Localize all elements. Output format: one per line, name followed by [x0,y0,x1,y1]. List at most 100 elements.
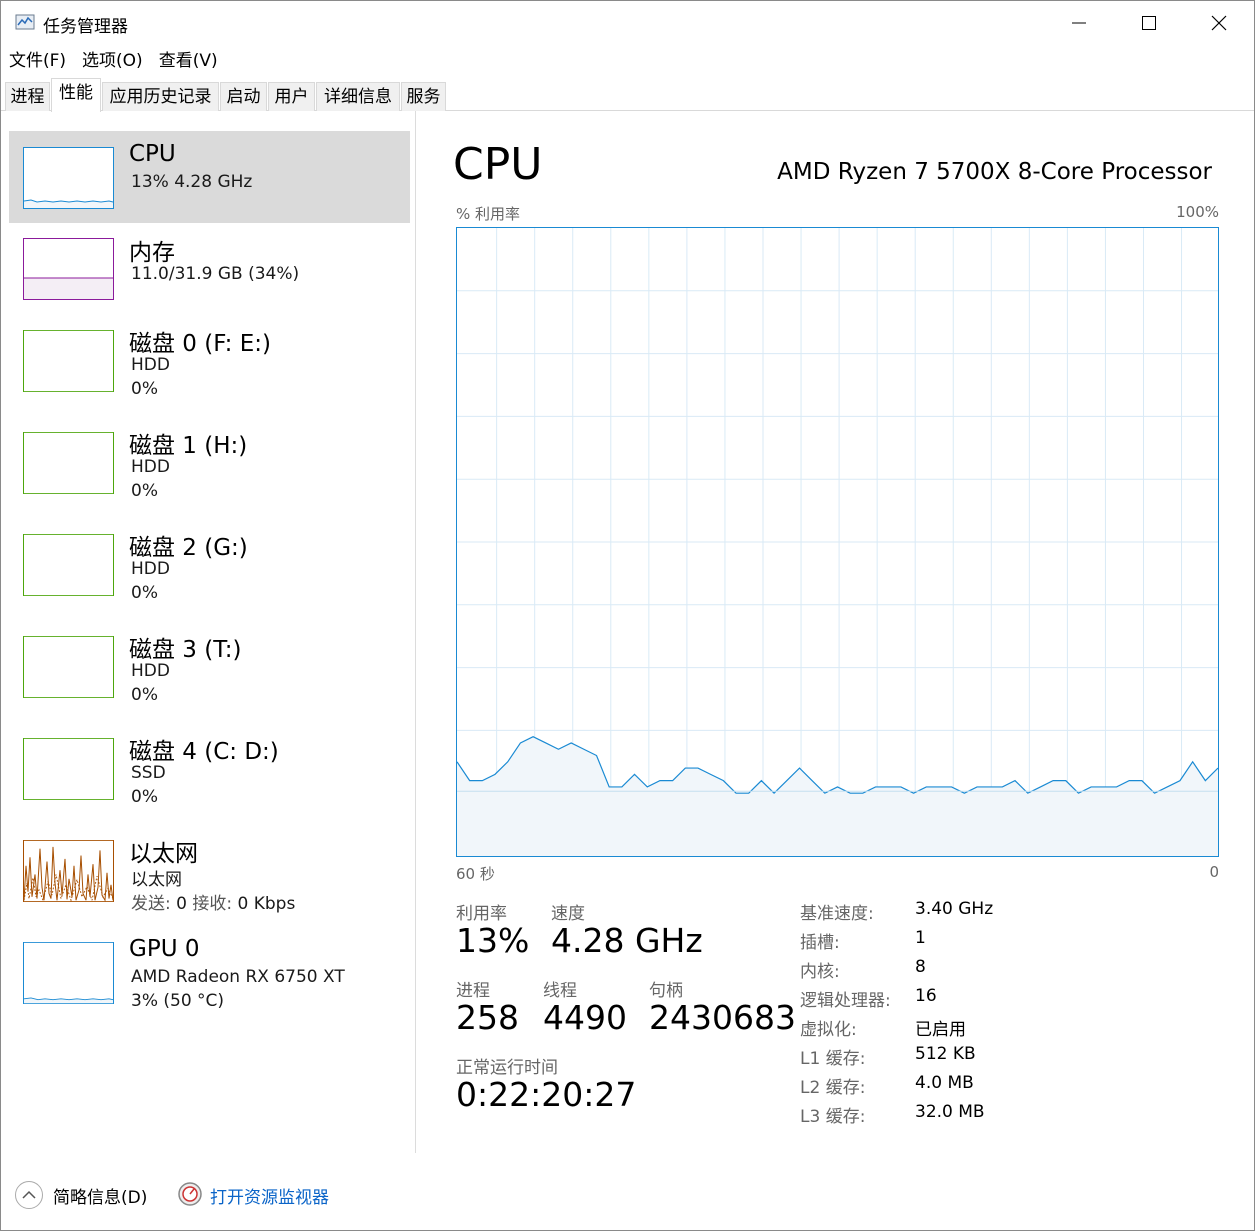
window-title: 任务管理器 [43,17,128,37]
sidebar-item-title: GPU 0 [129,936,200,962]
sidebar-item-type: SSD [131,763,166,783]
uptime-value: 0:22:20:27 [456,1075,637,1114]
tab-details[interactable]: 详细信息 [316,82,400,111]
sidebar-item-type: HDD [131,355,170,375]
spec-value: 16 [915,986,937,1006]
sidebar-item-cpu[interactable]: CPU 13% 4.28 GHz [9,131,410,223]
speed-value: 4.28 GHz [551,921,703,960]
resource-monitor-icon [178,1182,202,1206]
sidebar-item-disk-3[interactable]: 磁盘 3 (T:) HDD 0% [9,620,410,712]
fewer-details-button[interactable] [15,1181,43,1209]
sidebar-item-title: CPU [129,141,176,167]
sidebar-item-memory[interactable]: 内存 11.0/31.9 GB (34%) [9,223,410,315]
sidebar-item-usage: 3% (50 °C) [131,991,225,1011]
disk-thumbnail-graph [23,534,114,596]
memory-thumbnail-graph [23,238,114,300]
disk-thumbnail-graph [23,738,114,800]
maximize-button[interactable] [1114,1,1184,45]
maximize-icon [1142,16,1156,30]
sidebar-item-disk-4[interactable]: 磁盘 4 (C: D:) SSD 0% [9,722,410,814]
x-axis-end-label: 0 [1209,863,1219,881]
y-axis-max-label: 100% [1176,203,1219,221]
sidebar-item-usage: 0% [131,481,158,501]
open-resource-monitor-link[interactable]: 打开资源监视器 [210,1183,329,1208]
spec-value: 8 [915,957,926,977]
spec-value: 512 KB [915,1044,976,1064]
threads-value: 4490 [543,998,627,1037]
task-manager-icon [15,14,35,30]
spec-label: L2 缓存: [800,1078,866,1098]
minimize-button[interactable] [1044,1,1114,45]
close-button[interactable] [1184,1,1254,45]
page-title: CPU [453,139,543,190]
spec-label: 基准速度: [800,904,874,924]
sidebar-item-usage: 0% [131,583,158,603]
spec-label: L3 缓存: [800,1107,866,1127]
disk-thumbnail-graph [23,432,114,494]
sidebar-item-gpu-0[interactable]: GPU 0 AMD Radeon RX 6750 XT 3% (50 °C) [9,926,410,1018]
processor-name: AMD Ryzen 7 5700X 8-Core Processor [777,159,1212,185]
disk-thumbnail-graph [23,330,114,392]
receive-value: 0 Kbps [237,894,296,914]
menu-bar: 文件(F) 选项(O) 查看(V) [1,47,226,75]
send-label: 发送: [131,894,171,914]
menu-view[interactable]: 查看(V) [151,47,226,75]
spec-label: 逻辑处理器: [800,991,891,1011]
menu-file[interactable]: 文件(F) [1,47,74,75]
tab-services[interactable]: 服务 [401,82,446,111]
menu-options[interactable]: 选项(O) [74,47,151,75]
x-axis-start-label: 60 秒 [456,865,495,883]
sidebar-item-usage: 0% [131,379,158,399]
performance-sidebar: CPU 13% 4.28 GHz 内存 11.0/31.9 GB (34%) 磁… [1,111,416,1153]
spec-label: 插槽: [800,933,840,953]
sidebar-item-detail: 以太网 [131,870,182,890]
ethernet-thumbnail-graph [23,840,114,902]
minimize-icon [1072,22,1086,24]
task-manager-window: 任务管理器 文件(F) 选项(O) 查看(V) 进程 性能 应用历史记录 启动 … [0,0,1255,1231]
tab-performance[interactable]: 性能 [51,78,101,112]
sidebar-item-disk-1[interactable]: 磁盘 1 (H:) HDD 0% [9,416,410,508]
fewer-details-link[interactable]: 简略信息(D) [53,1183,147,1208]
chart-area-fill [457,736,1218,856]
spec-value: 32.0 MB [915,1102,985,1122]
sidebar-item-throughput: 发送: 0 接收: 0 Kbps [131,889,295,914]
tab-processes[interactable]: 进程 [5,82,50,111]
spec-value: 1 [915,928,926,948]
processes-value: 258 [456,998,519,1037]
sidebar-item-type: HDD [131,559,170,579]
cpu-utilization-chart [456,227,1219,857]
sidebar-item-detail: 13% 4.28 GHz [131,172,253,192]
spec-label: L1 缓存: [800,1049,866,1069]
sidebar-item-title: 磁盘 1 (H:) [129,433,248,459]
tab-users[interactable]: 用户 [268,82,315,111]
tab-startup[interactable]: 启动 [220,82,267,111]
sidebar-item-detail: AMD Radeon RX 6750 XT [131,967,345,987]
sidebar-item-usage: 0% [131,787,158,807]
spec-value: 3.40 GHz [915,899,994,919]
sidebar-item-detail: 11.0/31.9 GB (34%) [131,264,300,284]
title-bar: 任务管理器 [1,1,1254,45]
sidebar-item-title: 磁盘 4 (C: D:) [129,739,279,765]
sidebar-item-title: 以太网 [129,841,198,867]
spec-value: 已启用 [915,1020,966,1040]
receive-label: 接收: [192,894,233,914]
chevron-up-icon [22,1190,36,1199]
handles-value: 2430683 [649,998,796,1037]
tab-app-history[interactable]: 应用历史记录 [102,82,219,111]
gpu-thumbnail-graph [23,942,114,1004]
sidebar-item-type: HDD [131,457,170,477]
footer: 简略信息(D) 打开资源监视器 [1,1153,1254,1230]
send-value: 0 [176,894,187,914]
tab-bar: 进程 性能 应用历史记录 启动 用户 详细信息 服务 [1,77,1254,112]
sidebar-item-disk-2[interactable]: 磁盘 2 (G:) HDD 0% [9,518,410,610]
cpu-thumbnail-graph [23,147,114,209]
sidebar-item-usage: 0% [131,685,158,705]
sidebar-item-disk-0[interactable]: 磁盘 0 (F: E:) HDD 0% [9,314,410,406]
spec-label: 虚拟化: [800,1020,857,1040]
sidebar-item-ethernet[interactable]: 以太网 以太网 发送: 0 接收: 0 Kbps [9,824,410,916]
close-icon [1211,15,1227,31]
cpu-detail-panel: CPU AMD Ryzen 7 5700X 8-Core Processor %… [417,111,1254,1153]
sidebar-item-title: 内存 [129,240,175,266]
spec-label: 内核: [800,962,840,982]
disk-thumbnail-graph [23,636,114,698]
